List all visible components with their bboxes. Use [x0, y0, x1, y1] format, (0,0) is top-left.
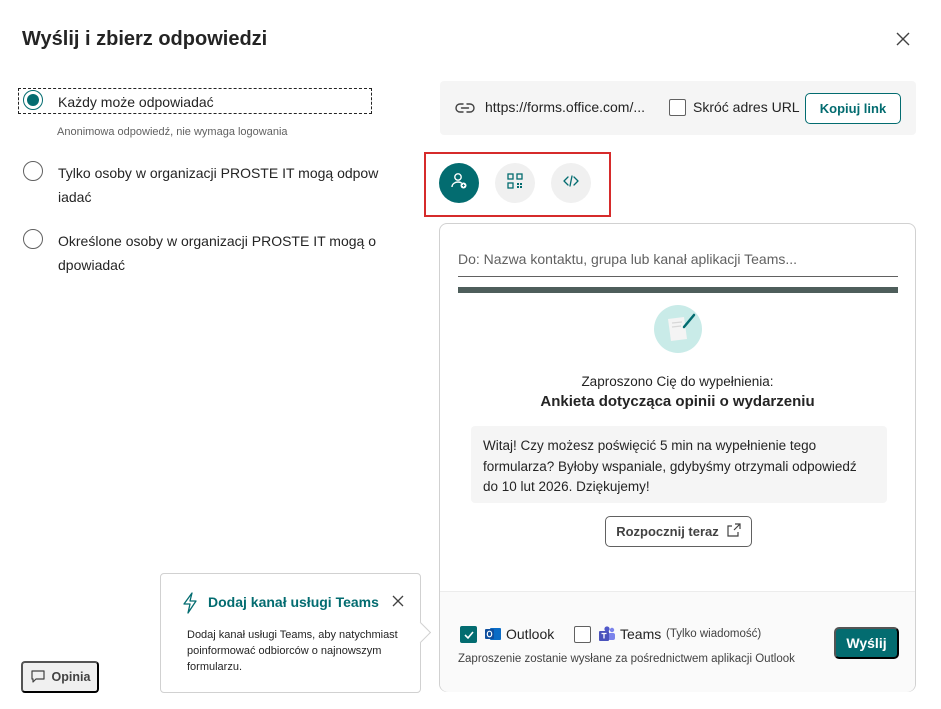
embed-code-button[interactable]: [551, 163, 591, 203]
link-bar: https://forms.office.com/... Skróć adres…: [440, 81, 916, 135]
radio-label-line: Określone osoby w organizacji PROSTE IT …: [58, 233, 376, 249]
radio-option-organization[interactable]: Tylko osoby w organizacji PROSTE IT mogą…: [23, 161, 378, 209]
start-now-button[interactable]: Rozpocznij teraz: [605, 516, 752, 547]
dialog-title: Wyślij i zbierz odpowiedzi: [22, 28, 268, 50]
radio-description-anyone: Anonimowa odpowiedź, nie wymaga logowani…: [57, 126, 288, 138]
feedback-label: Opinia: [51, 670, 91, 684]
shorten-url-checkbox[interactable]: [669, 99, 686, 116]
link-url[interactable]: https://forms.office.com/...: [485, 99, 645, 115]
embed-code-icon: [562, 172, 580, 195]
invite-panel: Do: Nazwa kontaktu, grupa lub kanał apli…: [439, 223, 916, 692]
radio-label-organization: Tylko osoby w organizacji PROSTE IT mogą…: [58, 161, 378, 209]
callout-title: Dodaj kanał usługi Teams: [208, 594, 379, 610]
outlook-icon: [484, 625, 502, 648]
qr-code-icon: [506, 172, 524, 195]
callout-body: Dodaj kanał usługi Teams, aby natychmias…: [187, 629, 398, 673]
open-external-icon: [727, 523, 741, 540]
form-illustration-icon: [654, 305, 702, 353]
send-button[interactable]: Wyślij: [834, 627, 899, 659]
invite-people-icon: [449, 171, 469, 196]
invite-people-button[interactable]: [439, 163, 479, 203]
radio-label-line: Tylko osoby w organizacji PROSTE IT mogą…: [58, 165, 379, 181]
radio-label-line: dpowiadać: [58, 257, 125, 273]
qr-code-button[interactable]: [495, 163, 535, 203]
shorten-url-label[interactable]: Skróć adres URL: [693, 99, 800, 115]
teams-icon: [598, 625, 616, 648]
outlook-checkbox[interactable]: [460, 626, 477, 643]
radio-button[interactable]: [23, 161, 43, 181]
radio-option-anyone[interactable]: Każdy może odpowiadać: [23, 90, 214, 114]
teams-note: (Tylko wiadomość): [666, 628, 762, 640]
radio-button-checked[interactable]: [23, 90, 43, 110]
link-icon: [455, 99, 475, 117]
radio-option-specific-people[interactable]: Określone osoby w organizacji PROSTE IT …: [23, 229, 376, 277]
radio-label-anyone: Każdy może odpowiadać: [58, 94, 214, 110]
start-now-label: Rozpocznij teraz: [616, 524, 719, 539]
callout-close-icon[interactable]: [390, 593, 406, 609]
comment-icon: [30, 668, 46, 687]
teams-channel-callout: Dodaj kanał usługi Teams Dodaj kanał usł…: [160, 573, 421, 693]
invited-text: Zaproszono Cię do wypełnienia:: [581, 374, 774, 389]
radio-label-line: iadać: [58, 189, 92, 205]
form-title: Ankieta dotycząca opinii o wydarzeniu: [540, 393, 815, 410]
invite-message[interactable]: Witaj! Czy możesz poświęcić 5 min na wyp…: [471, 426, 887, 503]
teams-label[interactable]: Teams: [620, 626, 661, 642]
feedback-button[interactable]: Opinia: [21, 661, 99, 693]
radio-label-specific-people: Określone osoby w organizacji PROSTE IT …: [58, 229, 376, 277]
teams-checkbox[interactable]: [574, 626, 591, 643]
invite-panel-footer: Outlook Teams (Tylko wiadomość) Zaprosze…: [440, 591, 915, 692]
radio-button[interactable]: [23, 229, 43, 249]
footer-note: Zaproszenie zostanie wysłane za pośredni…: [458, 653, 795, 665]
recipient-input[interactable]: Do: Nazwa kontaktu, grupa lub kanał apli…: [458, 251, 898, 277]
outlook-label[interactable]: Outlook: [506, 626, 554, 642]
recipient-input-placeholder: Do: Nazwa kontaktu, grupa lub kanał apli…: [458, 251, 798, 267]
copy-link-button[interactable]: Kopiuj link: [805, 93, 901, 124]
email-preview-header-bar: [458, 287, 898, 293]
close-icon[interactable]: [893, 29, 913, 49]
lightning-icon: [181, 592, 199, 614]
